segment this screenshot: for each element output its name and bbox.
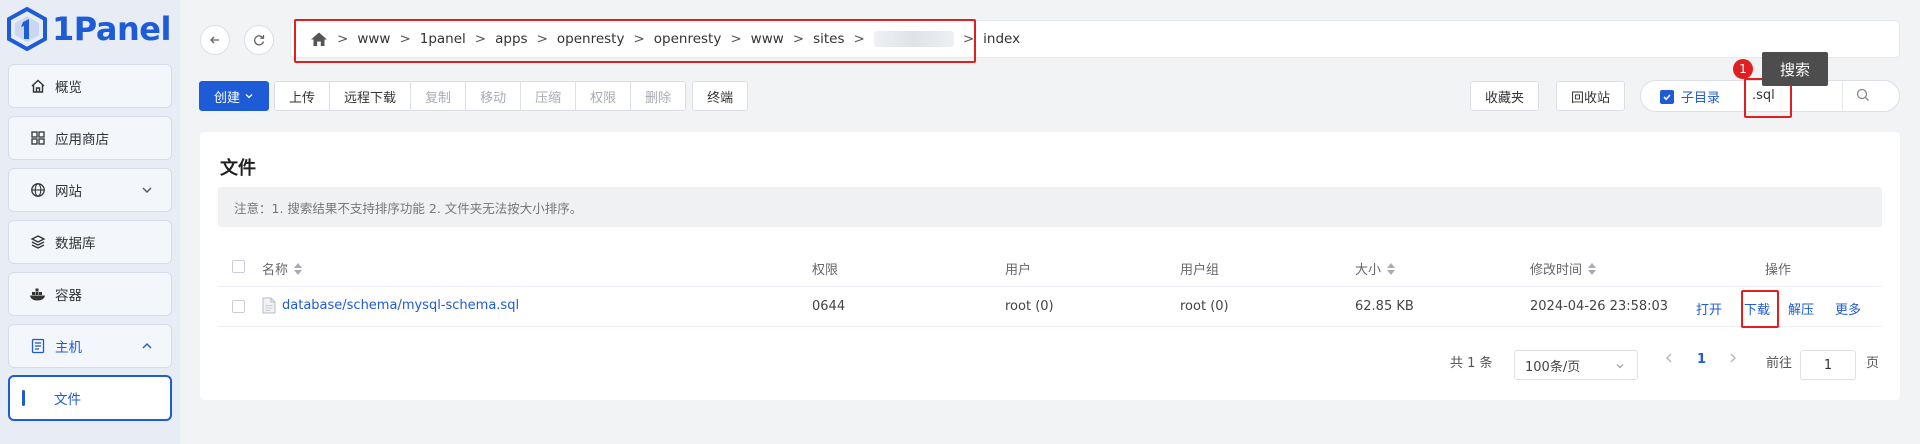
recycle-bin-button[interactable]: 回收站 [1556, 81, 1626, 111]
sidebar-subitem-label: 文件 [54, 392, 81, 408]
header-permission: 权限 [812, 263, 839, 278]
sidebar: 1Panel 概览 应用商店 网站 数据库 容器 主机 文件 [0, 0, 180, 444]
toolbar: 创建 上传 远程下载 复制 移动 压缩 权限 删除 终端 [199, 81, 749, 111]
logo-hexagon-icon [7, 7, 47, 51]
header-mtime-label: 修改时间 [1530, 263, 1583, 278]
create-button[interactable]: 创建 [199, 81, 270, 111]
favorites-button[interactable]: 收藏夹 [1470, 81, 1540, 111]
next-page-button[interactable] [1728, 352, 1738, 368]
search-button[interactable] [1856, 88, 1870, 106]
file-icon [262, 297, 276, 314]
header-ops: 操作 [1765, 263, 1792, 278]
chevron-down-icon [142, 187, 152, 193]
sidebar-item-label: 应用商店 [55, 132, 109, 148]
sidebar-item-database[interactable]: 数据库 [8, 220, 172, 264]
prev-page-button[interactable] [1664, 352, 1674, 368]
move-button[interactable]: 移动 [465, 81, 522, 111]
card-title: 文件 [220, 158, 256, 179]
checkbox-checked-icon [1660, 89, 1674, 104]
chevron-down-icon [1616, 364, 1624, 369]
sidebar-item-label: 网站 [55, 184, 82, 200]
group-cell: root (0) [1180, 299, 1229, 314]
page-size-value: 100条/页 [1525, 359, 1581, 375]
compress-button[interactable]: 压缩 [520, 81, 577, 111]
page-unit-label: 页 [1866, 356, 1880, 371]
remote-download-button[interactable]: 远程下载 [329, 81, 412, 111]
search-icon [1856, 88, 1869, 101]
logo-text: 1Panel [52, 10, 171, 48]
arrow-left-icon [210, 36, 219, 44]
page-size-select[interactable]: 100条/页 [1514, 350, 1638, 380]
step-badge: 1 [1733, 59, 1753, 79]
sidebar-item-container[interactable]: 容器 [8, 272, 172, 316]
header-name[interactable]: 名称 [262, 259, 303, 278]
header-name-label: 名称 [262, 263, 289, 278]
refresh-button[interactable] [244, 25, 274, 55]
pagination-total: 共 1 条 [1450, 356, 1493, 371]
permission-cell: 0644 [812, 299, 846, 314]
sidebar-item-overview[interactable]: 概览 [8, 64, 172, 108]
active-indicator [22, 390, 25, 406]
upload-button[interactable]: 上传 [274, 81, 331, 111]
mtime-cell: 2024-04-26 23:58:03 [1530, 299, 1669, 314]
select-all-checkbox[interactable] [232, 260, 245, 273]
download-annotation-box [1741, 290, 1779, 328]
table-header: 名称 权限 用户 用户组 大小 修改时间 操作 [218, 247, 1882, 287]
sidebar-item-label: 容器 [55, 288, 82, 304]
back-button[interactable] [200, 25, 230, 55]
file-list-card: 文件 注意：1. 搜索结果不支持排序功能 2. 文件夹无法按大小排序。 名称 权… [200, 132, 1900, 400]
table-row: database/schema/mysql-schema.sql 0644 ro… [218, 287, 1882, 327]
sidebar-subitem-files[interactable]: 文件 [8, 375, 172, 421]
layers-icon [29, 233, 47, 251]
more-button[interactable]: 更多 [1835, 299, 1861, 318]
header-size-label: 大小 [1355, 263, 1382, 278]
logo: 1Panel [6, 6, 171, 52]
header-user: 用户 [1005, 263, 1032, 278]
extract-button[interactable]: 解压 [1788, 299, 1814, 318]
sub-dir-checkbox[interactable]: 子目录 [1660, 87, 1720, 106]
chevron-right-icon [1730, 353, 1736, 363]
sort-icon [1387, 262, 1396, 275]
sidebar-item-host[interactable]: 主机 [8, 324, 172, 368]
header-mtime[interactable]: 修改时间 [1530, 259, 1597, 278]
sort-icon [294, 262, 303, 275]
page-number-current[interactable]: 1 [1697, 352, 1706, 367]
refresh-icon [254, 35, 265, 46]
notice-banner: 注意：1. 搜索结果不支持排序功能 2. 文件夹无法按大小排序。 [218, 187, 1882, 227]
file-name-link: database/schema/mysql-schema.sql [282, 298, 520, 313]
chevron-left-icon [1666, 353, 1672, 363]
header-group: 用户组 [1180, 263, 1220, 278]
header-size[interactable]: 大小 [1355, 259, 1396, 278]
sidebar-item-label: 数据库 [55, 236, 96, 252]
delete-button[interactable]: 删除 [630, 81, 687, 111]
size-cell: 62.85 KB [1355, 299, 1414, 314]
search-divider [1842, 82, 1843, 110]
open-button[interactable]: 打开 [1696, 299, 1722, 318]
search-tooltip: 搜索 [1762, 52, 1828, 86]
terminal-button[interactable]: 终端 [692, 81, 749, 111]
server-icon [29, 337, 47, 355]
user-cell: root (0) [1005, 299, 1054, 314]
sidebar-item-label: 概览 [55, 80, 82, 96]
docker-icon [29, 285, 47, 303]
file-name-cell[interactable]: database/schema/mysql-schema.sql [262, 297, 519, 314]
sidebar-item-website[interactable]: 网站 [8, 168, 172, 212]
breadcrumb-item[interactable]: index [983, 31, 1020, 47]
copy-button[interactable]: 复制 [410, 81, 467, 111]
row-checkbox[interactable] [232, 300, 245, 313]
sidebar-item-app-store[interactable]: 应用商店 [8, 116, 172, 160]
goto-label: 前往 [1766, 356, 1793, 371]
chevron-up-icon [142, 343, 152, 349]
path-annotation-box [294, 19, 976, 63]
globe-icon [29, 181, 47, 199]
goto-page-input[interactable]: 1 [1800, 350, 1856, 380]
sub-dir-label: 子目录 [1681, 91, 1721, 106]
chevron-down-icon [245, 94, 253, 99]
grid-icon [29, 129, 47, 147]
permission-button[interactable]: 权限 [575, 81, 632, 111]
sidebar-item-label: 主机 [55, 340, 82, 356]
home-icon [29, 77, 47, 95]
create-label: 创建 [214, 90, 241, 106]
sort-icon [1588, 262, 1597, 275]
